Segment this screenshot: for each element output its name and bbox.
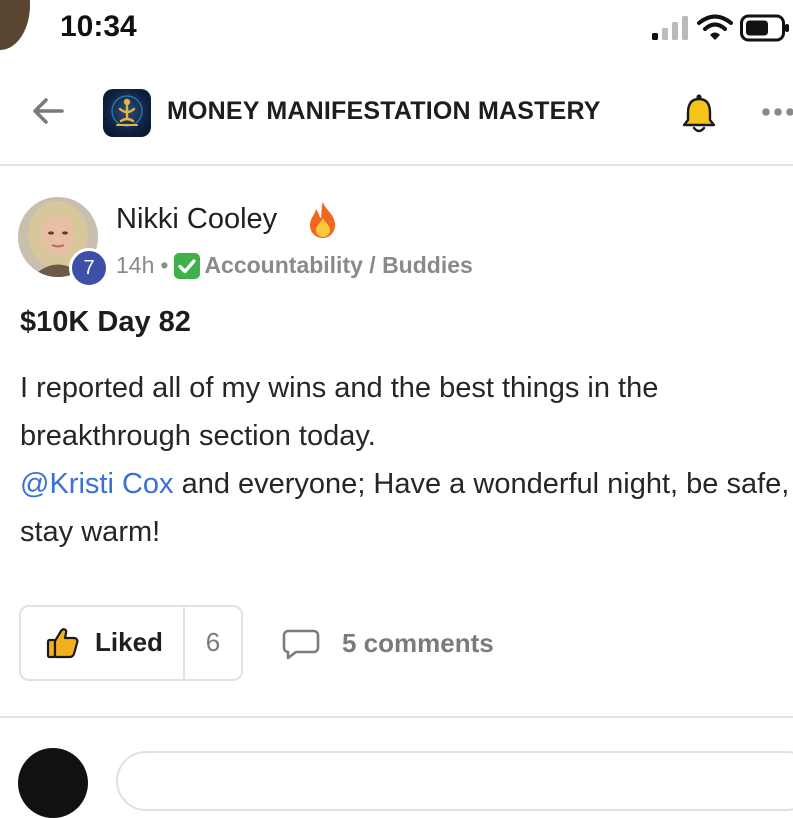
back-arrow-icon[interactable] [30,93,66,129]
more-options-icon[interactable] [758,100,793,124]
app-header: MONEY MANIFESTATION MASTERY [0,60,793,166]
mention-link[interactable]: @Kristi Cox [20,468,174,500]
wifi-icon [697,14,733,40]
green-check-icon [174,252,201,279]
post-body-paragraph-2: @Kristi Cox and everyone; Have a wonderf… [20,460,790,556]
like-button[interactable]: Liked [21,607,185,679]
post-card: 7 Nikki Cooley 14h • Accountability / Bu… [0,166,793,716]
comments-label: 5 comments [342,628,494,658]
comment-input[interactable] [116,751,793,811]
status-time: 10:34 [60,10,137,43]
group-logo [103,89,151,137]
like-count[interactable]: 6 [183,627,243,658]
like-control: Liked 6 [19,605,243,681]
like-label: Liked [95,627,163,657]
post-body-paragraph-1: I reported all of my wins and the best t… [20,372,659,452]
cellular-signal-icon [652,16,688,40]
author-name[interactable]: Nikki Cooley [116,203,277,236]
fire-icon [310,202,335,238]
post-body: I reported all of my wins and the best t… [20,364,790,556]
level-badge: 7 [69,248,109,288]
group-title: MONEY MANIFESTATION MASTERY [167,97,601,125]
thumbs-up-icon [46,628,79,659]
post-title: $10K Day 82 [20,306,191,338]
post-meta: 14h • Accountability / Buddies [116,252,473,279]
meta-separator: • [160,252,169,278]
current-user-avatar [18,748,88,818]
post-time: 14h [116,252,155,278]
comment-bubble-icon [282,629,320,660]
post-category[interactable]: Accountability / Buddies [204,252,472,279]
comment-composer [0,718,793,818]
status-bar: 10:34 [0,0,793,60]
battery-icon [740,14,789,42]
bell-icon[interactable] [680,93,718,135]
